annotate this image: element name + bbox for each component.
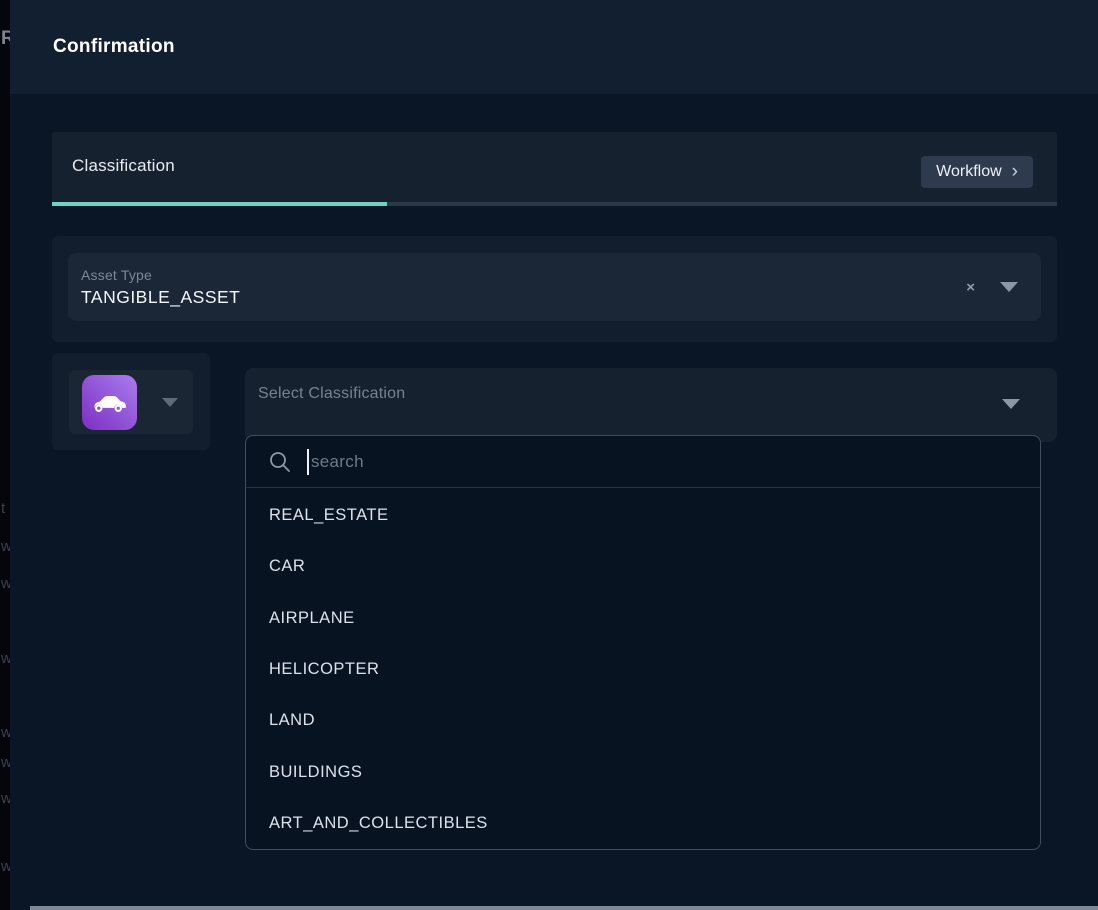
search-row — [246, 436, 1040, 488]
active-tab-underline — [52, 202, 387, 206]
asset-type-section: Asset Type TANGIBLE_ASSET × — [52, 236, 1057, 342]
asset-type-select[interactable]: Asset Type TANGIBLE_ASSET × — [68, 253, 1041, 321]
bottom-divider — [30, 906, 1098, 910]
dropdown-option-label: REAL_ESTATE — [269, 506, 389, 525]
dropdown-option[interactable]: ART_AND_COLLECTIBLES — [246, 798, 1040, 849]
background-text-fragment: w — [1, 754, 10, 771]
background-text-fragment: w — [1, 538, 10, 555]
dropdown-option[interactable]: AIRPLANE — [246, 593, 1040, 644]
dropdown-option-label: CAR — [269, 557, 305, 576]
dropdown-option[interactable]: LAND — [246, 695, 1040, 746]
modal-header: Confirmation — [10, 0, 1098, 94]
icon-picker[interactable] — [69, 370, 193, 434]
dropdown-options-list: REAL_ESTATE CAR AIRPLANE HELICOPTER LAND… — [246, 488, 1040, 849]
background-page-sliver: Rtwwwwwww — [0, 0, 10, 910]
confirmation-modal: Confirmation Classification Workflow › A… — [10, 0, 1098, 910]
screen: Rtwwwwwww Confirmation Classification Wo… — [0, 0, 1098, 910]
icon-picker-arrow-icon[interactable] — [162, 398, 178, 407]
classification-select-placeholder: Select Classification — [258, 385, 405, 403]
asset-type-label: Asset Type — [81, 267, 240, 283]
dropdown-option-label: BUILDINGS — [269, 763, 362, 782]
asset-type-value: TANGIBLE_ASSET — [81, 287, 240, 308]
dropdown-option-label: ART_AND_COLLECTIBLES — [269, 814, 488, 833]
classification-dropdown-panel: REAL_ESTATE CAR AIRPLANE HELICOPTER LAND… — [245, 435, 1041, 850]
dropdown-option[interactable]: REAL_ESTATE — [246, 490, 1040, 541]
asset-type-controls: × — [966, 280, 1041, 295]
asset-type-texts: Asset Type TANGIBLE_ASSET — [68, 267, 240, 308]
background-text-fragment: R — [1, 28, 10, 50]
background-text-fragment: t — [1, 500, 5, 517]
chevron-right-icon: › — [1012, 162, 1018, 181]
background-text-fragment: w — [1, 724, 10, 741]
clear-icon[interactable]: × — [966, 280, 975, 295]
modal-title: Confirmation — [53, 36, 175, 58]
dropdown-option-label: LAND — [269, 711, 315, 730]
workflow-button-label: Workflow — [936, 163, 1002, 181]
tab-bar: Classification Workflow › — [52, 132, 1057, 206]
workflow-button[interactable]: Workflow › — [921, 156, 1033, 188]
dropdown-arrow-icon[interactable] — [1000, 282, 1018, 292]
car-icon — [91, 389, 129, 415]
tab-classification[interactable]: Classification — [72, 156, 175, 176]
dropdown-option[interactable]: CAR — [246, 541, 1040, 592]
background-text-fragment: w — [1, 575, 10, 592]
classification-select[interactable]: Select Classification — [245, 368, 1057, 442]
dropdown-option[interactable]: BUILDINGS — [246, 746, 1040, 797]
background-text-fragment: w — [1, 790, 10, 807]
dropdown-option-label: AIRPLANE — [269, 609, 355, 628]
car-icon-tile[interactable] — [82, 375, 137, 430]
search-icon — [268, 450, 292, 474]
background-text-fragment: w — [1, 858, 10, 875]
tab-underline-track — [52, 202, 1057, 206]
dropdown-option[interactable]: HELICOPTER — [246, 644, 1040, 695]
search-input[interactable] — [309, 452, 1020, 472]
background-text-fragment: w — [1, 650, 10, 667]
dropdown-option-label: HELICOPTER — [269, 660, 379, 679]
icon-picker-section — [52, 353, 210, 450]
dropdown-arrow-icon[interactable] — [1002, 399, 1020, 409]
